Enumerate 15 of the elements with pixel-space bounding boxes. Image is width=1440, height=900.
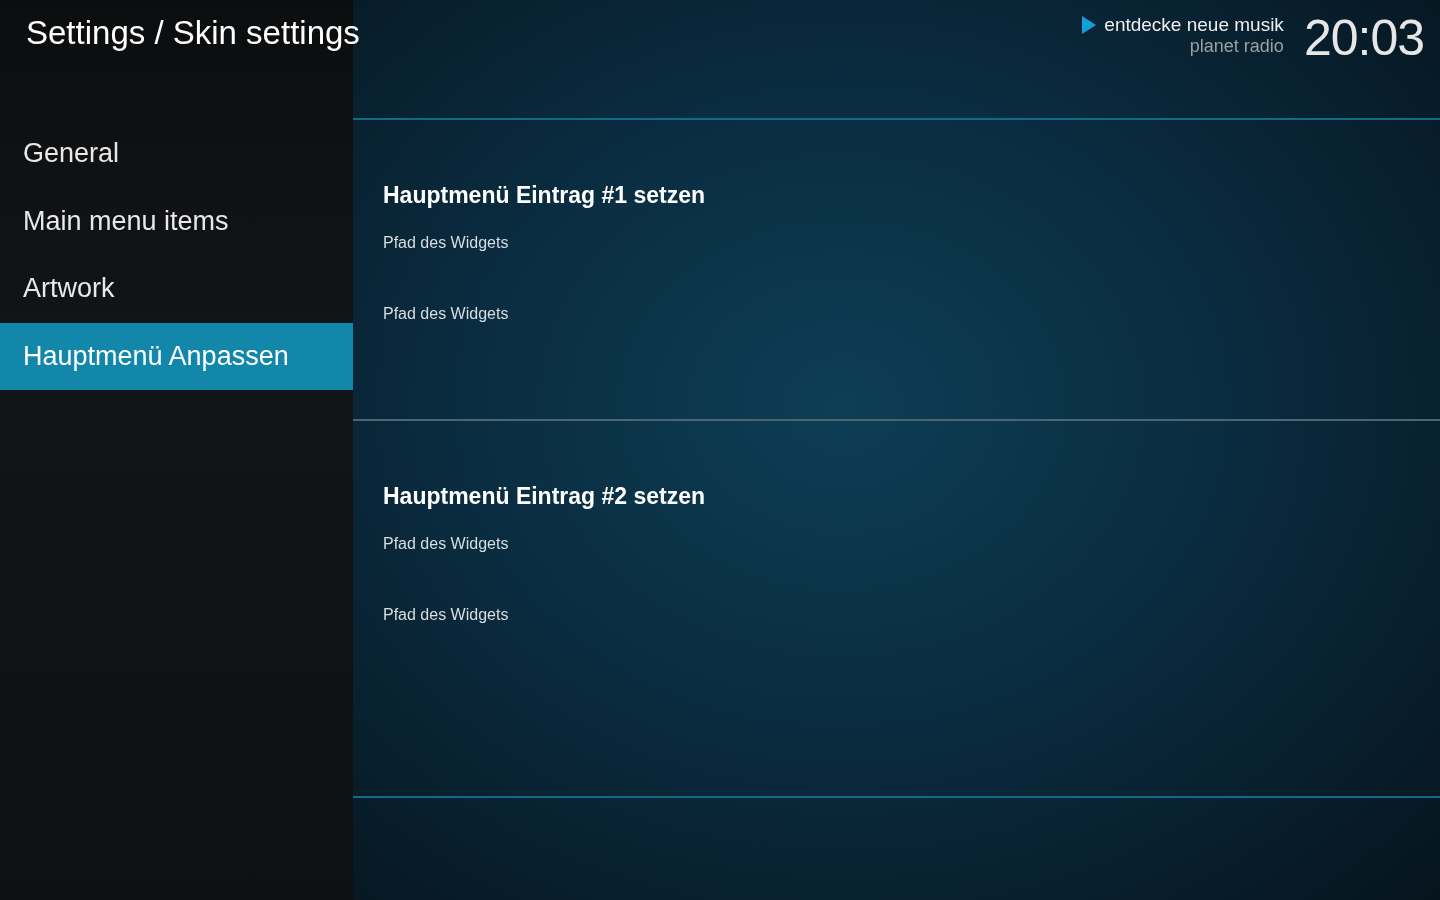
sidebar-item[interactable]: Artwork [0,255,353,323]
sidebar-item[interactable]: General [0,120,353,188]
group-heading: Hauptmenü Eintrag #2 setzen [383,483,707,511]
group-heading: Hauptmenü Eintrag #1 setzen [383,182,707,210]
setting-item[interactable]: Pfad des Widgets [383,598,1440,669]
page-title: Settings / Skin settings [26,14,360,53]
station-name: planet radio [1189,36,1284,57]
setting-item[interactable]: Pfad des Widgets [383,297,1440,368]
sidebar-item[interactable]: Main menu items [0,187,353,255]
setting-item[interactable]: Pfad des Widgets [383,527,1440,598]
play-icon [1082,16,1097,34]
clock-text: 20:03 [1303,10,1424,66]
sidebar-item[interactable]: Hauptmenü Anpassen [0,322,353,390]
track-title: entdecke neue musik [1104,14,1284,36]
setting-item[interactable]: Pfad des Widgets [383,226,1440,297]
